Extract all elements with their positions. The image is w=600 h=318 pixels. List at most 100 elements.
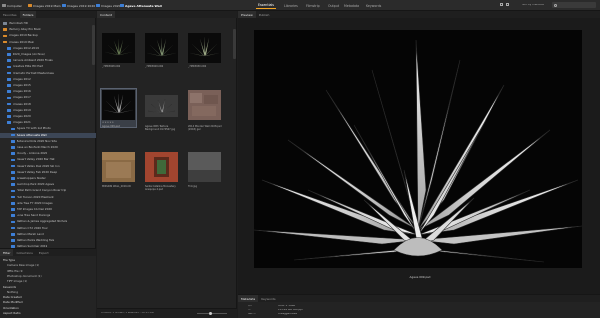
thumbnail-7[interactable] [102,152,135,182]
sort-menu[interactable]: Sort by Filename [522,4,544,7]
thumbnail-8[interactable] [145,152,178,182]
filter-group[interactable]: File Type [3,259,15,262]
path-item-current[interactable]: Agave Attenuata Wall [120,3,162,8]
folder-item[interactable]: Macintosh HD [0,21,96,26]
filter-group[interactable]: Date Created [3,296,22,299]
folder-item[interactable]: Cloudy - Arizona 2020 [0,151,96,156]
folder-item[interactable]: 2020_Images (Archive) [0,52,96,57]
workspace-tab-metadata[interactable]: Metadata [342,2,361,9]
folder-item[interactable]: Jade Tree FY 2020 Images [0,201,96,206]
search-input[interactable] [552,2,596,8]
folder-item[interactable]: Gumdrop Park 2020 Agave [0,182,96,187]
tab-metadata[interactable]: Metadata [238,295,259,302]
folder-item[interactable]: Images 2016 [0,89,96,94]
folder-item[interactable]: Carvers Ambient 2020 Finals [0,58,96,63]
folder-item[interactable]: Images 2019 Main [0,40,96,45]
folder-item[interactable]: Lone Tree Sand Dunings [0,213,96,218]
folder-scrollbar[interactable] [92,25,95,65]
tab-favorites[interactable]: Favorites [0,11,20,18]
workspace-tab-filmstrip[interactable]: Filmstrip [304,2,322,9]
filter-group[interactable]: Date Modified [3,301,23,304]
tab-preview[interactable]: Preview [238,11,256,18]
tab-filter[interactable]: Filter [0,249,14,256]
folder-item[interactable]: Nathan Parks Wedding Tele [0,238,96,243]
workspace-tab-keywords[interactable]: Keywords [364,2,383,9]
folder-label: Casa en Bonfanti March 2020 [16,146,58,149]
filter-option[interactable]: Photoshop document (1) [7,275,42,278]
tab-export[interactable]: Export [36,249,52,256]
folder-item[interactable]: Images 2019 Backup [0,33,96,38]
folder-item[interactable]: Agave TX with 1st Photo [0,126,96,131]
folder-icon [3,22,7,25]
thumbnail-9[interactable] [188,152,221,182]
tab-folders[interactable]: Folders [19,11,37,18]
thumbnail-5[interactable] [145,95,178,117]
filter-group[interactable]: Aspect Ratio [3,312,21,315]
workspace-tab-libraries[interactable]: Libraries [282,2,300,9]
folder-icon [11,152,15,155]
folder-item[interactable]: Images 2018 [0,102,96,107]
folder-item[interactable]: Dramatic Portrait Masterclass [0,71,96,76]
filter-option[interactable]: JPEG file (1) [7,270,23,273]
folder-item[interactable]: Images 2019 [0,108,96,113]
thumbnail-4[interactable] [102,90,135,120]
folder-item[interactable]: TXP Images CA Dez 2020 [0,207,96,212]
folder-item[interactable]: Desert Valley Feb 2020 Deep [0,170,96,175]
folder-item[interactable]: Desert Valley Dez 2020 Ski Inn [0,164,96,169]
folder-label: Images 2015 [12,84,31,87]
folder-label: Botanical Kids 2020 Nov Site [16,139,57,143]
thumbnail-6[interactable] [188,90,221,120]
folder-item[interactable]: Nathan C72 2020 Tour [0,226,96,231]
tab-collections[interactable]: Collections [13,249,35,256]
folder-label: Nathan & James Aggregated Nichols [16,220,68,224]
content-scrollbar[interactable] [233,29,236,59]
filter-option[interactable]: Nothing [7,291,18,294]
folder-item[interactable]: Nathan & James Aggregated Nichols [0,219,96,224]
folder-item[interactable]: Memory Alley Pro Book [0,27,96,32]
search-icon [554,3,557,7]
rating-stars-icon[interactable]: ★★★★★ [102,121,114,124]
thumbnail-1[interactable] [102,33,135,63]
workspace-tab-output[interactable]: Output [326,2,341,9]
folder-icon [62,4,66,7]
path-item-2[interactable]: Images 2019 2020 [62,3,95,8]
filter-group[interactable]: Keywords [3,286,16,289]
thumbnail-caption: Tint.jpg [188,185,197,188]
folder-item[interactable]: Images 2015 [0,83,96,88]
folder-icon [7,65,11,69]
rotate-icon[interactable] [506,3,509,6]
folder-item[interactable]: Hotel Palm Grand Canyon River trip [0,188,96,193]
thumbnail-size-slider[interactable] [197,311,227,315]
tab-keywords[interactable]: Keywords [258,295,278,302]
workspace-tab-essentials[interactable]: Essentials [256,2,276,9]
filter-option[interactable]: TIFF image (1) [7,280,27,283]
folder-item[interactable]: Images 2020 [0,114,96,119]
folder-item[interactable]: Agave Attenuata Wall [0,132,96,138]
filter-group[interactable]: Orientation [3,307,19,310]
filter-option[interactable]: Camera Raw image (1) [7,264,39,267]
thumbnail-2[interactable] [145,33,178,63]
folder-item[interactable]: Images 2012 [0,77,96,82]
folder-icon [11,214,15,217]
folder-item[interactable]: Images 2017 [0,95,96,100]
tab-publish[interactable]: Publish [256,11,273,18]
folder-item[interactable]: Botanical Kids 2020 Nov Site [0,139,96,144]
star-filter-icon[interactable] [500,3,503,6]
folder-item[interactable]: Images 2012-2019 [0,46,96,51]
path-item-1[interactable]: Images 2019 Main [28,3,61,8]
folder-item[interactable]: Desert Valley 2020 Bar Hat [0,157,96,162]
folder-item[interactable]: Images 2021 [0,120,96,125]
folder-item[interactable]: Nathan Marsh Land [0,232,96,237]
folder-item[interactable]: Grasshoppers Skater [0,176,96,181]
thumbnail-3[interactable] [188,33,221,63]
folder-item[interactable]: Hull Tucson 2020 Elephant [0,195,96,200]
tab-content[interactable]: Content [97,11,115,18]
path-item-computer[interactable]: Computer [2,3,22,8]
folder-label: Nathan C72 2020 Tour [16,226,48,230]
slider-handle[interactable] [209,311,212,315]
path-item-3[interactable]: Images 2020 [96,3,121,8]
folder-item[interactable]: Creative Elite HD Hart [0,64,96,69]
folder-label: Creative Elite HD Hart [12,65,44,69]
folder-item[interactable]: Casa en Bonfanti March 2020 [0,145,96,150]
folder-label: Images 2019 Main [8,40,35,44]
